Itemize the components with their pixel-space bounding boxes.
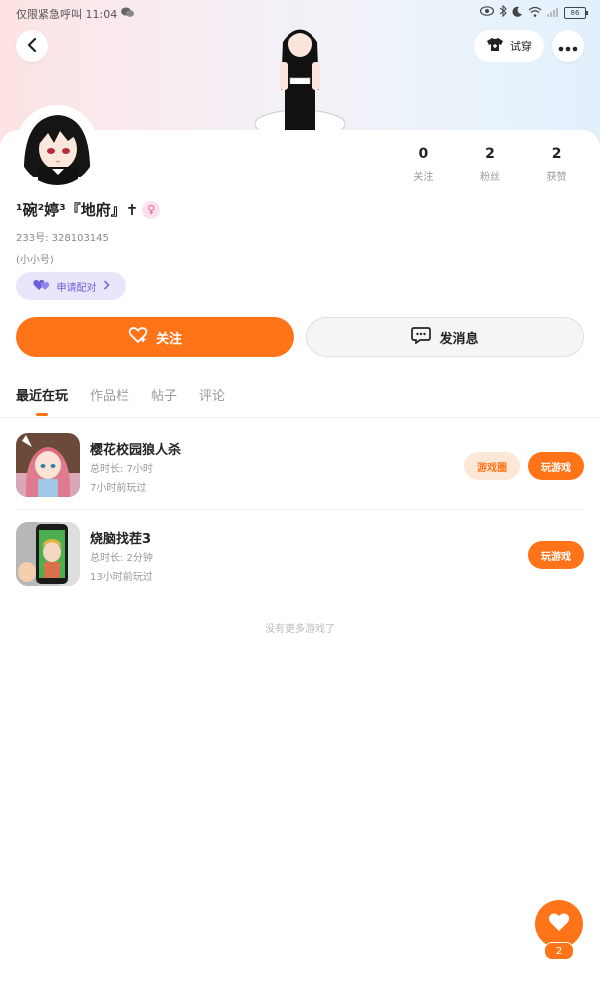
battery-icon: 86 [564,6,588,19]
back-button[interactable] [16,30,48,62]
profile-note: (小小号) [16,255,54,266]
more-dots-icon [558,37,578,56]
apply-pairing-label: 申请配对 [56,282,97,294]
stat-following[interactable]: 0 关注 [390,146,457,183]
hearts-icon [32,278,51,294]
game-thumbnail[interactable] [16,522,80,586]
stat-value: 0 [418,146,429,162]
wifi-icon [528,6,542,20]
play-game-button[interactable]: 玩游戏 [528,541,584,569]
username-row: ¹碗²婷³『地府』✝ ♀ [16,199,161,220]
profile-stats: 0 关注 2 粉丝 2 获赞 [390,146,590,183]
profile-tabs: 最近在玩 作品栏 帖子 评论 [16,385,225,416]
heart-plus-icon [128,326,148,348]
user-id: 233号: 328103145 [16,233,109,244]
stat-label: 关注 [413,172,434,183]
tab-divider [0,417,600,418]
tab-works[interactable]: 作品栏 [90,385,129,416]
like-fab-button[interactable] [535,900,583,948]
wechat-icon [121,7,135,21]
apply-pairing-button[interactable]: 申请配对 [16,272,126,300]
game-last-played: 7小时前玩过 [90,483,147,494]
game-title: 烧脑找茬3 [90,532,152,547]
female-gender-icon: ♀ [142,200,161,219]
like-count-badge: 2 [544,942,574,960]
send-message-button[interactable]: 发消息 [306,317,584,357]
tshirt-icon [486,37,504,55]
try-on-button[interactable]: 试穿 [474,30,544,62]
signal-icon [547,6,559,20]
stat-followers[interactable]: 2 粉丝 [457,146,524,183]
game-last-played: 13小时前玩过 [90,572,153,583]
status-text: 仅限紧急呼叫 11:04 [16,8,118,21]
heart-icon [548,912,570,936]
status-right: 86 [479,4,588,20]
game-item[interactable]: 樱花校园狼人杀 总时长: 7小时 7小时前玩过 游戏圈 玩游戏 [16,433,584,499]
chevron-left-icon [26,37,38,56]
row-divider [16,509,584,510]
tab-recently-played[interactable]: 最近在玩 [16,385,68,416]
eye-icon [479,6,495,19]
no-more-games-text: 没有更多游戏了 [265,624,335,635]
stat-likes[interactable]: 2 获赞 [523,146,590,183]
avatar-character-figure[interactable] [254,22,346,139]
username: ¹碗²婷³『地府』✝ [16,201,139,219]
play-game-button[interactable]: 玩游戏 [528,452,584,480]
follow-button[interactable]: 关注 [16,317,294,357]
game-duration: 总时长: 7小时 [90,464,153,475]
send-message-label: 发消息 [439,331,479,347]
chat-bubble-icon [411,326,432,348]
stat-value: 2 [485,146,495,162]
stat-value: 2 [551,146,562,162]
game-title: 樱花校园狼人杀 [90,443,182,458]
chevron-right-icon [103,279,110,293]
tab-comments[interactable]: 评论 [199,385,225,416]
bluetooth-icon [499,4,507,20]
follow-label: 关注 [155,331,182,347]
stat-label: 粉丝 [480,172,500,183]
moon-icon [512,6,523,20]
game-duration: 总时长: 2分钟 [90,553,153,564]
avatar[interactable] [16,105,98,187]
try-on-label: 试穿 [510,40,532,53]
game-item[interactable]: 烧脑找茬3 总时长: 2分钟 13小时前玩过 玩游戏 [16,522,584,588]
status-left: 仅限紧急呼叫 11:04 [16,6,135,22]
tab-posts[interactable]: 帖子 [151,385,177,416]
game-circle-button[interactable]: 游戏圈 [464,452,520,480]
more-button[interactable] [552,30,584,62]
stat-label: 获赞 [546,172,567,183]
game-thumbnail[interactable] [16,433,80,497]
